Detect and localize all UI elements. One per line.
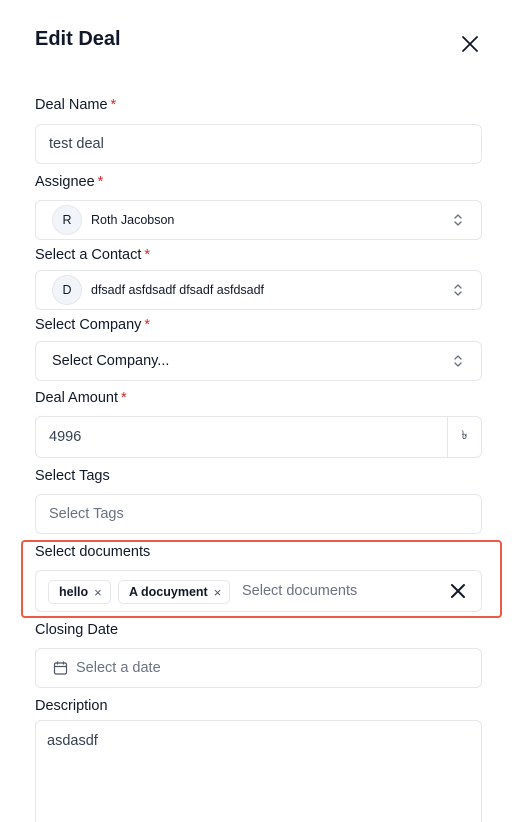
currency-addon: ৳: [447, 417, 481, 457]
company-placeholder: Select Company...: [52, 353, 170, 369]
avatar: D: [52, 275, 82, 305]
tags-input[interactable]: Select Tags: [35, 494, 482, 534]
required-asterisk: *: [121, 390, 127, 406]
required-asterisk: *: [97, 174, 104, 190]
tags-label: Select Tags: [35, 468, 110, 484]
chevron-updown-icon: [451, 282, 465, 298]
documents-label: Select documents: [35, 544, 151, 560]
documents-multiselect[interactable]: hello × A docuyment × Select documents: [35, 570, 482, 612]
deal-name-label: Deal Name *: [35, 97, 117, 113]
chip-remove-icon[interactable]: ×: [214, 585, 222, 600]
required-asterisk: *: [144, 317, 151, 333]
description-textarea[interactable]: asdasdf: [35, 720, 482, 822]
chip-label: A docuyment: [129, 585, 208, 599]
description-label: Description: [35, 698, 108, 714]
documents-placeholder[interactable]: Select documents: [242, 583, 357, 599]
clear-all-icon[interactable]: [448, 581, 468, 601]
required-asterisk: *: [144, 247, 151, 263]
assignee-value: Roth Jacobson: [91, 213, 175, 227]
document-chip: hello ×: [48, 580, 111, 604]
chevron-updown-icon: [451, 212, 465, 228]
chip-label: hello: [59, 585, 89, 599]
closing-date-placeholder: Select a date: [76, 660, 161, 676]
tags-placeholder: Select Tags: [49, 506, 124, 522]
deal-name-value: test deal: [49, 136, 104, 152]
contact-label: Select a Contact *: [35, 247, 151, 263]
closing-date-label: Closing Date: [35, 622, 119, 638]
contact-value: dfsadf asfdsadf dfsadf asfdsadf: [91, 283, 265, 297]
chevron-updown-icon: [451, 353, 465, 369]
close-icon: [462, 36, 478, 52]
document-chip: A docuyment ×: [118, 580, 231, 604]
assignee-select[interactable]: R Roth Jacobson: [35, 200, 482, 240]
deal-amount-label: Deal Amount *: [35, 390, 127, 406]
description-value: asdasdf: [47, 733, 98, 749]
deal-amount-input[interactable]: 4996 ৳: [35, 416, 482, 458]
closing-date-picker[interactable]: Select a date: [35, 648, 482, 688]
required-asterisk: *: [110, 97, 117, 113]
close-button[interactable]: [458, 32, 482, 56]
avatar: R: [52, 205, 82, 235]
assignee-label: Assignee *: [35, 174, 104, 190]
contact-select[interactable]: D dfsadf asfdsadf dfsadf asfdsadf: [35, 270, 482, 310]
company-select[interactable]: Select Company...: [35, 341, 482, 381]
page-title: Edit Deal: [35, 28, 121, 50]
deal-amount-value: 4996: [49, 429, 82, 445]
chip-remove-icon[interactable]: ×: [94, 585, 102, 600]
deal-name-input[interactable]: test deal: [35, 124, 482, 164]
company-label: Select Company *: [35, 317, 151, 333]
calendar-icon: [53, 661, 68, 676]
